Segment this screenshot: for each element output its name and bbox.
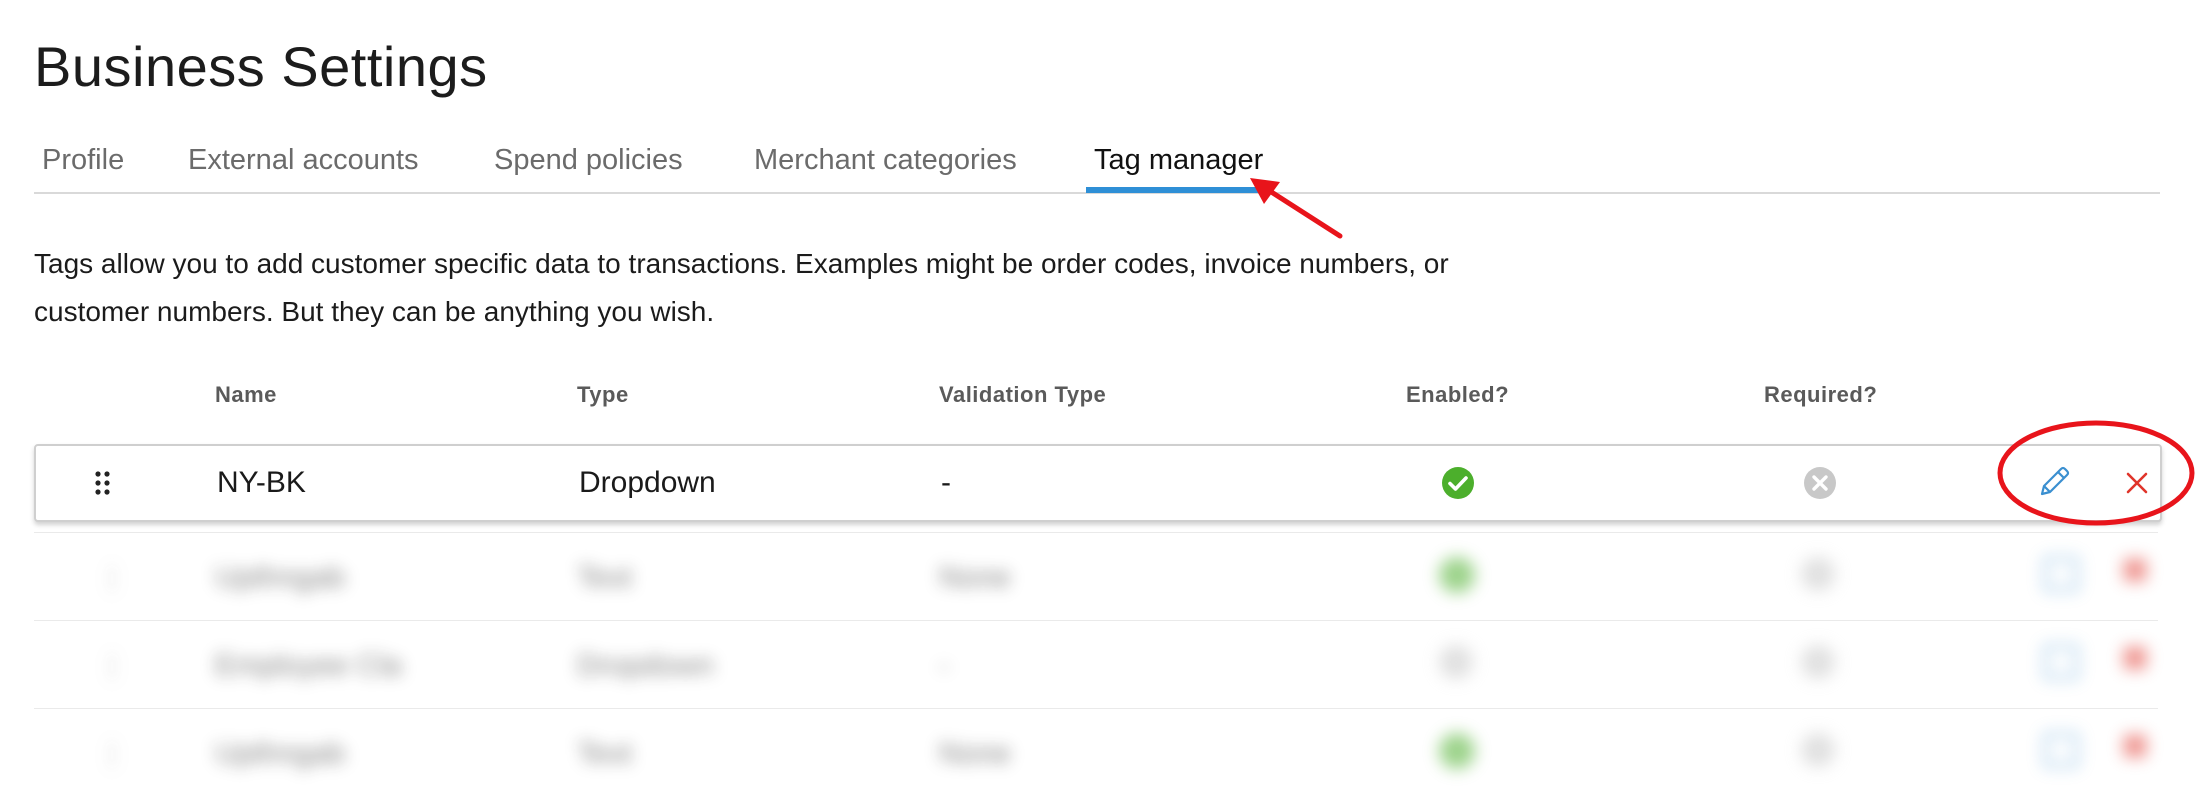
x-circle-icon [1804,467,1836,499]
column-header-enabled: Enabled? [1406,382,1510,407]
tag-name: Employee Cla [215,649,402,682]
tag-type: Dropdown [577,649,714,682]
drag-handle-icon[interactable]: ⋮ [97,737,127,772]
table-row[interactable]: ⋮ Employee Cla Dropdown - [34,620,2158,707]
close-icon[interactable] [2125,471,2149,495]
tag-type: Text [577,737,633,770]
tab-external-accounts[interactable]: External accounts [180,140,427,190]
check-circle-icon [1442,467,1474,499]
table-row[interactable]: NY-BK Dropdown - [34,444,2162,522]
tag-validation-type: None [939,737,1011,770]
tab-merchant-categories[interactable]: Merchant categories [746,140,1025,190]
close-icon[interactable] [2124,735,2146,757]
tab-profile[interactable]: Profile [34,140,132,190]
tag-name: Upthngab [215,737,346,770]
drag-handle-icon[interactable] [93,470,113,498]
tag-manager-description: Tags allow you to add customer specific … [34,248,1449,327]
pencil-icon[interactable] [2044,733,2078,767]
close-icon[interactable] [2124,647,2146,669]
x-circle-icon [1801,557,1835,591]
pencil-icon[interactable] [2044,557,2078,591]
table-row[interactable]: ⋮ Upthngab Text None [34,708,2158,795]
tag-validation-type: - [941,466,951,499]
tab-tag-manager[interactable]: Tag manager [1086,140,1272,193]
check-circle-icon [1439,557,1475,593]
tag-name: Upthngab [215,561,346,594]
x-circle-icon [1801,645,1835,679]
tag-type: Text [577,561,633,594]
tag-name: NY-BK [217,466,306,499]
column-header-name: Name [215,382,277,407]
drag-handle-icon[interactable]: ⋮ [97,561,127,596]
column-header-validation-type: Validation Type [939,382,1107,407]
drag-handle-icon[interactable]: ⋮ [97,649,127,684]
x-circle-icon [1439,645,1473,679]
pencil-icon[interactable] [2044,645,2078,679]
tab-spend-policies[interactable]: Spend policies [486,140,691,190]
column-header-type: Type [577,382,629,407]
close-icon[interactable] [2124,559,2146,581]
x-circle-icon [1801,733,1835,767]
pencil-icon[interactable] [2036,464,2072,500]
table-row[interactable]: ⋮ Upthngab Text None [34,532,2158,619]
tag-validation-type: None [939,561,1011,594]
column-header-required: Required? [1764,382,1878,407]
page-title: Business Settings [34,35,488,98]
check-circle-icon [1439,733,1475,769]
settings-tabs: Profile External accounts Spend policies… [34,130,2160,194]
tag-validation-type: - [939,649,949,682]
tag-type: Dropdown [579,466,716,499]
